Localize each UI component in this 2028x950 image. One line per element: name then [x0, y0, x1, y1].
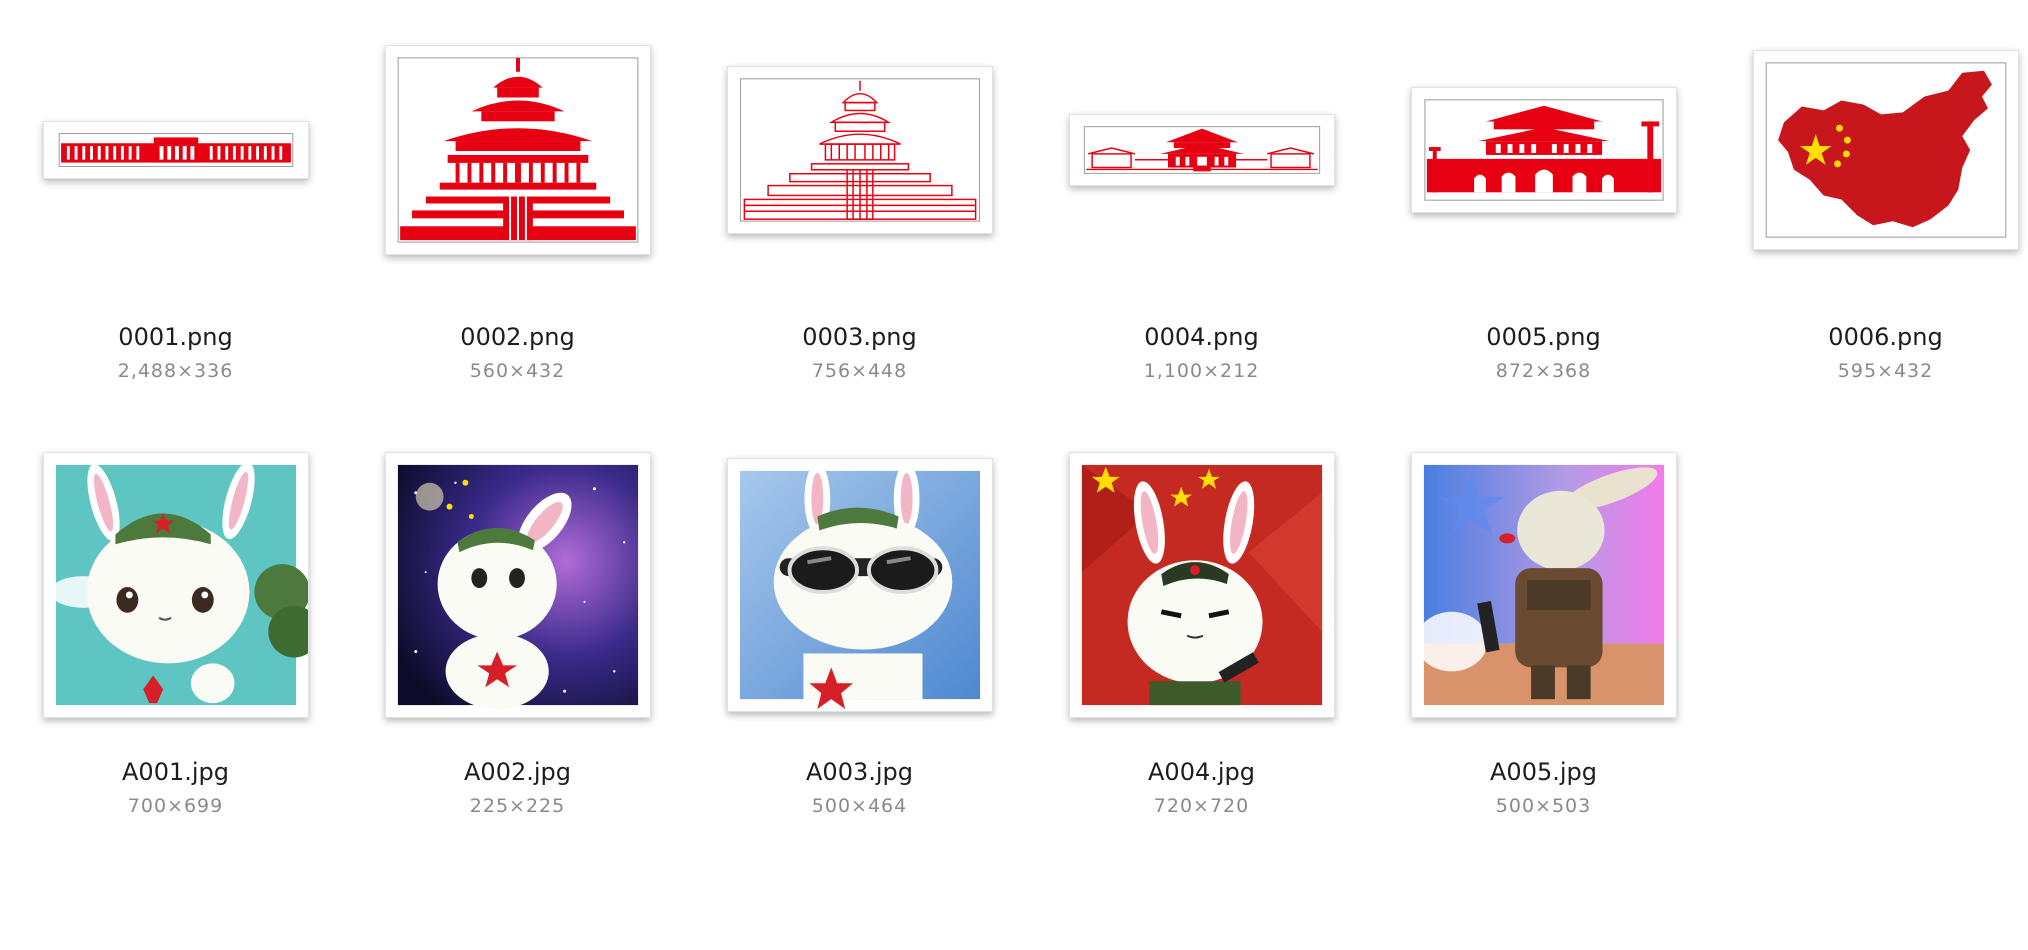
file-thumbnail[interactable] — [42, 452, 309, 718]
file-dimensions: 756×448 — [811, 360, 908, 382]
file-thumbnail[interactable] — [1068, 452, 1335, 718]
file-name: 0001.png — [118, 323, 233, 351]
file-name: A003.jpg — [806, 758, 913, 786]
file-item[interactable]: A003.jpg 500×464 — [689, 435, 1030, 865]
building-hall-icon — [58, 133, 293, 167]
file-grid: 0001.png 2,488×336 0002.png 560×432 0003… — [0, 0, 2028, 950]
file-item[interactable]: 0001.png 2,488×336 — [5, 0, 346, 430]
file-thumbnail[interactable] — [384, 45, 651, 255]
file-name: 0002.png — [460, 323, 575, 351]
temple-of-heaven-icon — [397, 57, 638, 243]
file-dimensions: 700×699 — [127, 795, 224, 817]
tiananmen-gate-icon — [1423, 99, 1664, 201]
file-name: 0004.png — [1144, 323, 1259, 351]
file-name: A005.jpg — [1490, 758, 1597, 786]
file-dimensions: 225×225 — [469, 795, 566, 817]
file-item[interactable]: 0005.png 872×368 — [1373, 0, 1714, 430]
rabbit-goggles-icon — [739, 462, 980, 710]
file-dimensions: 1,100×212 — [1143, 360, 1260, 382]
rabbit-cap-icon — [49, 462, 308, 706]
file-item[interactable]: A001.jpg 700×699 — [5, 435, 346, 865]
rabbit-galaxy-icon — [397, 464, 638, 710]
file-thumbnail[interactable] — [1068, 114, 1335, 186]
file-item[interactable]: 0003.png 756×448 — [689, 0, 1030, 430]
rabbit-soldier-flag-icon — [1081, 464, 1322, 706]
file-item[interactable]: 0002.png 560×432 — [347, 0, 688, 430]
file-thumbnail[interactable] — [726, 66, 993, 234]
file-name: 0003.png — [802, 323, 917, 351]
file-item[interactable]: 0006.png 595×432 — [1715, 0, 2028, 430]
file-thumbnail[interactable] — [726, 458, 993, 712]
file-dimensions: 500×503 — [1495, 795, 1592, 817]
file-name: A001.jpg — [122, 758, 229, 786]
china-map-flag-icon — [1765, 62, 2006, 238]
file-name: 0006.png — [1828, 323, 1943, 351]
file-dimensions: 720×720 — [1153, 795, 1250, 817]
file-item[interactable]: 0004.png 1,100×212 — [1031, 0, 1372, 430]
file-dimensions: 595×432 — [1837, 360, 1934, 382]
file-thumbnail[interactable] — [1410, 87, 1677, 213]
file-item[interactable]: A005.jpg 500×503 — [1373, 435, 1714, 865]
file-dimensions: 500×464 — [811, 795, 908, 817]
file-dimensions: 872×368 — [1495, 360, 1592, 382]
file-dimensions: 2,488×336 — [117, 360, 234, 382]
file-item[interactable]: A004.jpg 720×720 — [1031, 435, 1372, 865]
file-thumbnail[interactable] — [42, 121, 309, 179]
palace-panorama-icon — [1083, 126, 1320, 174]
file-item[interactable]: A002.jpg 225×225 — [347, 435, 688, 865]
file-thumbnail[interactable] — [1752, 50, 2019, 250]
file-dimensions: 560×432 — [469, 360, 566, 382]
file-name: A004.jpg — [1148, 758, 1255, 786]
file-name: A002.jpg — [464, 758, 571, 786]
file-name: 0005.png — [1486, 323, 1601, 351]
rabbit-armor-icon — [1415, 464, 1664, 706]
file-thumbnail[interactable] — [1410, 452, 1677, 718]
temple-of-heaven-detailed-icon — [739, 78, 980, 222]
file-thumbnail[interactable] — [384, 452, 651, 718]
